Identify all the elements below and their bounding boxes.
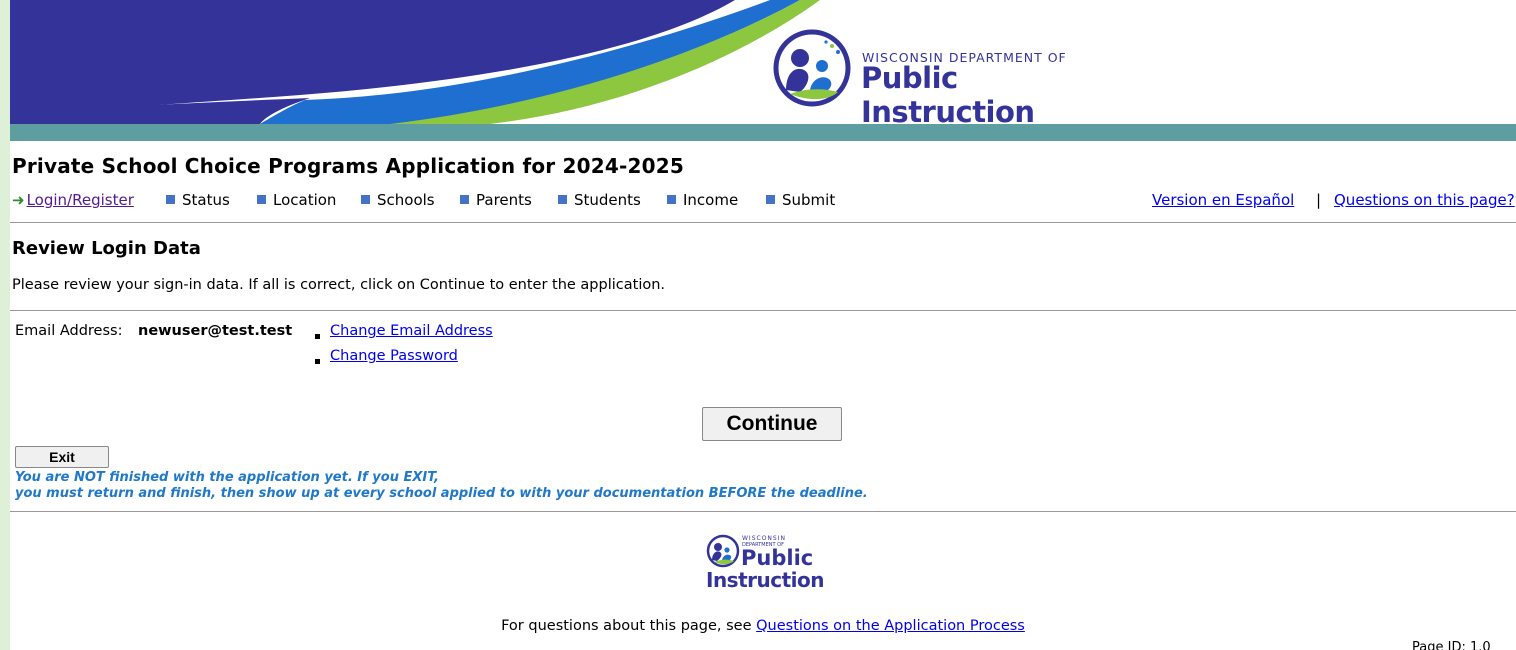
page-title: Private School Choice Programs Applicati… [12, 154, 684, 178]
review-instructions: Please review your sign-in data. If all … [12, 277, 666, 293]
exit-button[interactable]: Exit [15, 446, 109, 468]
nav-separator: | [1316, 191, 1322, 209]
continue-button[interactable]: Continue [702, 407, 842, 441]
nav-step-location: Location [257, 191, 336, 209]
footer-agency-logo: WISCONSIN DEPARTMENT OF Public Instructi… [704, 532, 825, 594]
section-title: Review Login Data [12, 238, 201, 259]
square-bullet-icon [361, 195, 370, 204]
agency-logo: WISCONSIN DEPARTMENT OF Public Instructi… [772, 28, 1112, 129]
current-step-arrow-icon: ➜ [12, 191, 25, 209]
nav-step-label: Schools [377, 191, 435, 209]
exit-warning-line1: You are NOT finished with the applicatio… [15, 470, 439, 485]
bullet-icon [315, 334, 320, 339]
square-bullet-icon [558, 195, 567, 204]
nav-step-label: Location [273, 191, 337, 209]
footer-logo-line1: WISCONSIN [742, 535, 786, 542]
nav-step-label: Students [574, 191, 641, 209]
change-password-link[interactable]: Change Password [330, 348, 458, 364]
footer-logo-line4: Instruction [706, 568, 825, 592]
email-address-label: Email Address: [15, 323, 123, 339]
footer-logo-line3: Public [741, 546, 814, 570]
divider [10, 222, 1516, 223]
nav-step-label: Parents [476, 191, 532, 209]
page-id: Page ID: 1.0 [1412, 640, 1491, 650]
footer-questions-prefix: For questions about this page, see [501, 618, 752, 634]
nav-step-submit: Submit [766, 191, 835, 209]
nav-step-label: Status [182, 191, 230, 209]
questions-on-page-link[interactable]: Questions on this page? [1334, 191, 1515, 209]
square-bullet-icon [460, 195, 469, 204]
nav-step-schools: Schools [361, 191, 435, 209]
step-navigation: ➜ Login/Register Status Location Schools … [10, 191, 1516, 213]
nav-step-income: Income [667, 191, 738, 209]
exit-warning: You are NOT finished with the applicatio… [15, 470, 868, 502]
nav-step-students: Students [558, 191, 641, 209]
application-process-questions-link[interactable]: Questions on the Application Process [756, 618, 1025, 634]
square-bullet-icon [166, 195, 175, 204]
square-bullet-icon [766, 195, 775, 204]
exit-warning-line2: you must return and finish, then show up… [15, 486, 868, 501]
nav-login-register-link[interactable]: Login/Register [27, 191, 134, 209]
change-email-link[interactable]: Change Email Address [330, 323, 493, 339]
bullet-icon [315, 359, 320, 364]
nav-step-parents: Parents [460, 191, 532, 209]
footer-questions: For questions about this page, see Quest… [10, 618, 1516, 634]
header-banner [10, 0, 1516, 141]
divider [10, 511, 1516, 512]
email-address-value: newuser@test.test [138, 323, 293, 339]
square-bullet-icon [257, 195, 266, 204]
nav-step-status: Status [166, 191, 230, 209]
spanish-version-link[interactable]: Version en Español [1152, 191, 1294, 209]
page-frame: WISCONSIN DEPARTMENT OF Public Instructi… [10, 0, 1516, 650]
nav-step-login-register[interactable]: ➜ Login/Register [12, 191, 134, 209]
square-bullet-icon [667, 195, 676, 204]
agency-name-line2: Public Instruction [861, 61, 1035, 129]
divider [10, 310, 1516, 311]
nav-step-label: Submit [782, 191, 836, 209]
nav-step-label: Income [683, 191, 739, 209]
